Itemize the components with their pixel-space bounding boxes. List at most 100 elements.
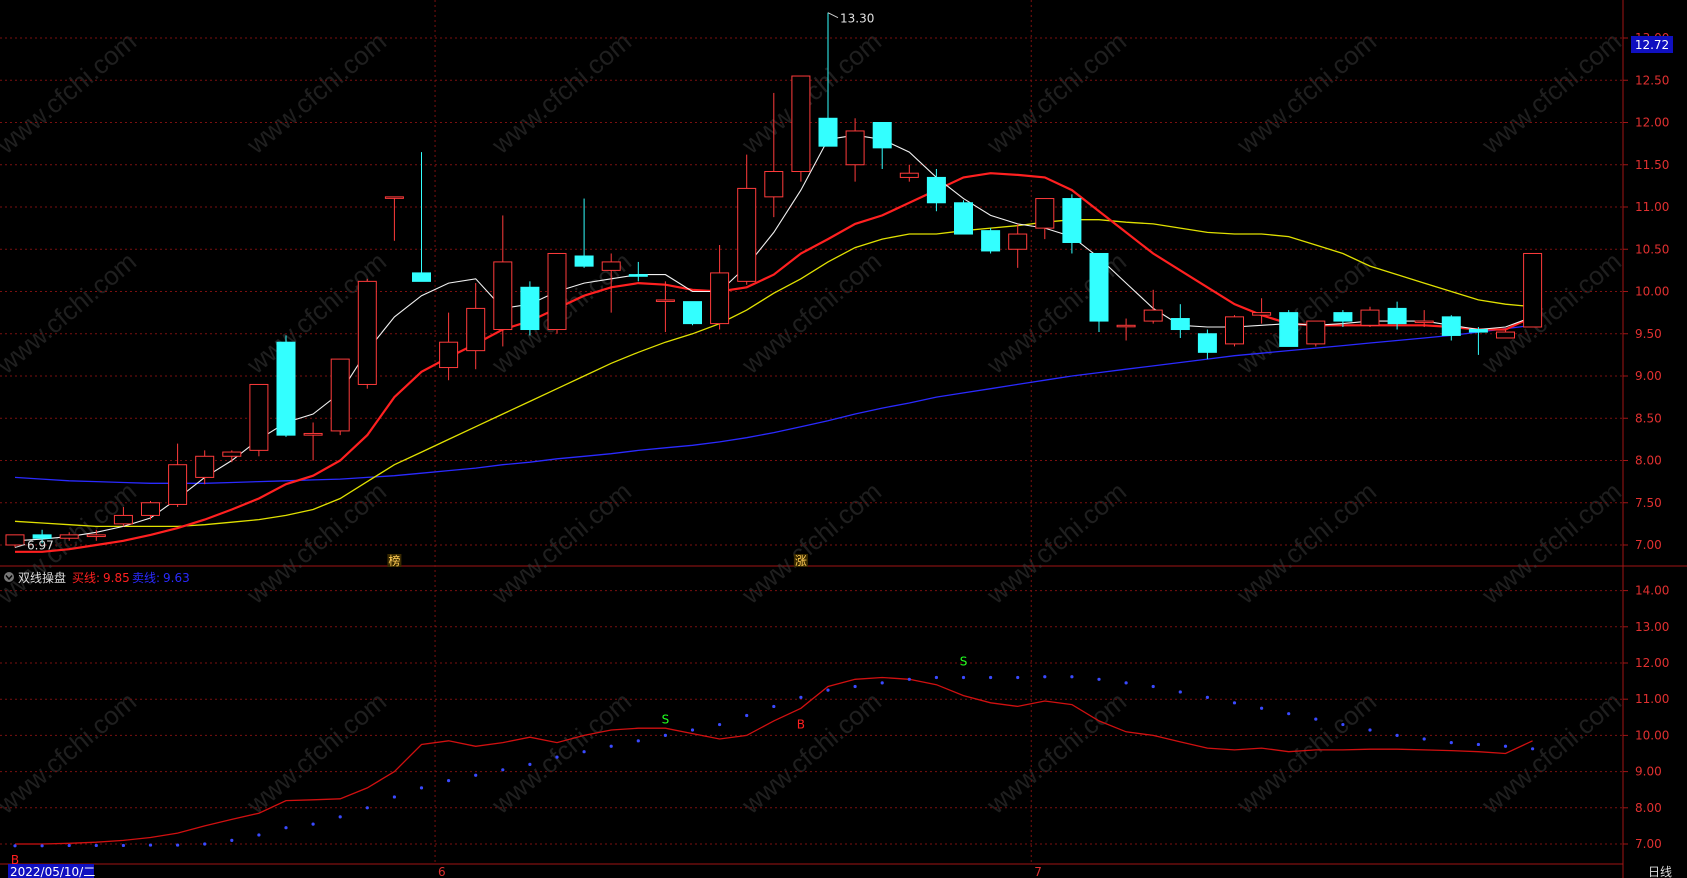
indicator-tick-label: 13.00: [1635, 620, 1669, 634]
candle-body-up: [710, 272, 730, 325]
sell-line-dot: [1422, 737, 1426, 741]
candle-body-up: [59, 534, 79, 539]
sell-line-dot: [13, 844, 17, 848]
sell-line-dot: [121, 843, 125, 848]
indicator-tick-label: 7.00: [1635, 837, 1662, 851]
candle-body-up: [466, 307, 486, 352]
sell-line-dot: [772, 704, 776, 709]
candle-body-up: [899, 172, 919, 178]
candle-body-up: [1523, 252, 1543, 328]
candle: [981, 228, 1001, 254]
price-tick-label: 10.50: [1635, 242, 1669, 256]
candle-body-up: [86, 534, 106, 538]
candle-body-up: [330, 358, 350, 432]
sell-line-dot: [40, 844, 44, 848]
price-tick-label: 9.00: [1635, 369, 1662, 383]
candle-body-up: [791, 75, 811, 173]
sell-line-dot: [880, 681, 884, 685]
event-marker-label: 涨: [795, 553, 807, 568]
price-tick-label: 8.00: [1635, 454, 1662, 468]
indicator-tick-label: 12.00: [1635, 656, 1669, 670]
candle-body-down: [981, 230, 1001, 252]
candle-body-up: [764, 171, 784, 198]
sell-signal-marker: S: [662, 712, 670, 726]
sell-line-dot: [853, 684, 857, 689]
candle: [547, 252, 567, 334]
last-price-value: 12.72: [1635, 38, 1669, 52]
sell-signal-marker: S: [960, 654, 968, 668]
buy-signal-marker: B: [797, 717, 805, 731]
sell-line-dot: [392, 795, 396, 799]
indicator-collapse-icon[interactable]: [4, 572, 14, 582]
price-tick-label: 12.00: [1635, 116, 1669, 130]
candle-body-up: [168, 464, 188, 505]
sell-line-dot: [94, 843, 98, 848]
candle-body-down: [574, 255, 594, 267]
candle-body-up: [1225, 316, 1244, 345]
sell-line-dot: [230, 838, 234, 842]
candle-body-up: [222, 451, 242, 457]
candle: [791, 75, 811, 182]
candle-body-up: [1116, 324, 1136, 328]
candle-body-up: [1143, 309, 1163, 322]
candle: [1089, 252, 1109, 333]
start-date-tag: 2022/05/10/二: [8, 864, 95, 878]
candle-body-down: [872, 122, 892, 149]
sell-line-dot: [501, 768, 505, 772]
sell-line-dot: [690, 728, 695, 732]
candle-body-up: [1035, 198, 1055, 229]
sell-line-dot: [1476, 742, 1480, 747]
candle: [520, 281, 540, 336]
sell-line-dot: [1449, 741, 1453, 745]
candle-body-up: [493, 261, 513, 331]
sell-line-dot: [1287, 712, 1291, 716]
candle-body-up: [249, 383, 269, 451]
candle: [249, 383, 269, 457]
candle-body-up: [113, 514, 133, 525]
sell-line-dot: [555, 755, 559, 759]
indicator-name: 双线操盘: [18, 570, 66, 585]
candle: [1279, 310, 1299, 347]
candle: [954, 200, 973, 235]
sell-line-dot: [447, 779, 451, 783]
candle-body-down: [1441, 316, 1461, 336]
price-tick-label: 7.50: [1635, 496, 1662, 510]
candle: [1306, 320, 1326, 347]
sell-line-dot: [284, 826, 288, 830]
period-label[interactable]: 日线: [1648, 865, 1672, 878]
sell-line-dot: [582, 750, 586, 754]
sell-line-dot: [1395, 733, 1399, 738]
start-date-label: 2022/05/10/二: [10, 865, 95, 878]
sell-line-dot: [203, 842, 207, 846]
candle-body-up: [547, 252, 567, 331]
price-tick-label: 8.50: [1635, 411, 1662, 425]
sell-line-legend-value: 9.63: [163, 571, 190, 585]
candle-body-down: [1197, 333, 1217, 353]
candle-body-down: [520, 286, 540, 331]
price-tick-label: 12.50: [1635, 73, 1669, 87]
sell-line-dot: [148, 843, 153, 847]
sell-line-dot: [67, 843, 71, 848]
sell-line-dot: [934, 675, 939, 680]
candle-body-down: [1387, 307, 1407, 325]
sell-line-dot: [1503, 744, 1508, 748]
candle-body-down: [926, 176, 946, 204]
sell-line-dot: [745, 713, 749, 718]
price-tick-label: 10.00: [1635, 285, 1669, 299]
buy-line-legend-label: 买线:: [72, 571, 100, 585]
stock-chart[interactable]: www.cfchi.com www.cfchi.com www.cfchi.com w…: [0, 0, 1687, 878]
last-price-tag: 12.72: [1631, 36, 1673, 53]
sell-line-legend-label: 卖线:: [132, 571, 160, 585]
event-marker-label: 榜: [388, 553, 400, 568]
sell-line-dot: [1260, 706, 1264, 710]
sell-line-dot: [311, 822, 315, 826]
sell-line-dot: [826, 688, 830, 692]
candle-body-up: [1496, 331, 1515, 339]
candle-body-down: [1333, 312, 1353, 322]
sell-line-dot: [1531, 747, 1535, 751]
candle-body-down: [1062, 198, 1082, 243]
sell-line-dot: [718, 722, 722, 727]
indicator-tick-label: 8.00: [1635, 801, 1662, 815]
sell-line-dot: [799, 695, 803, 699]
candle-body-up: [195, 455, 215, 478]
